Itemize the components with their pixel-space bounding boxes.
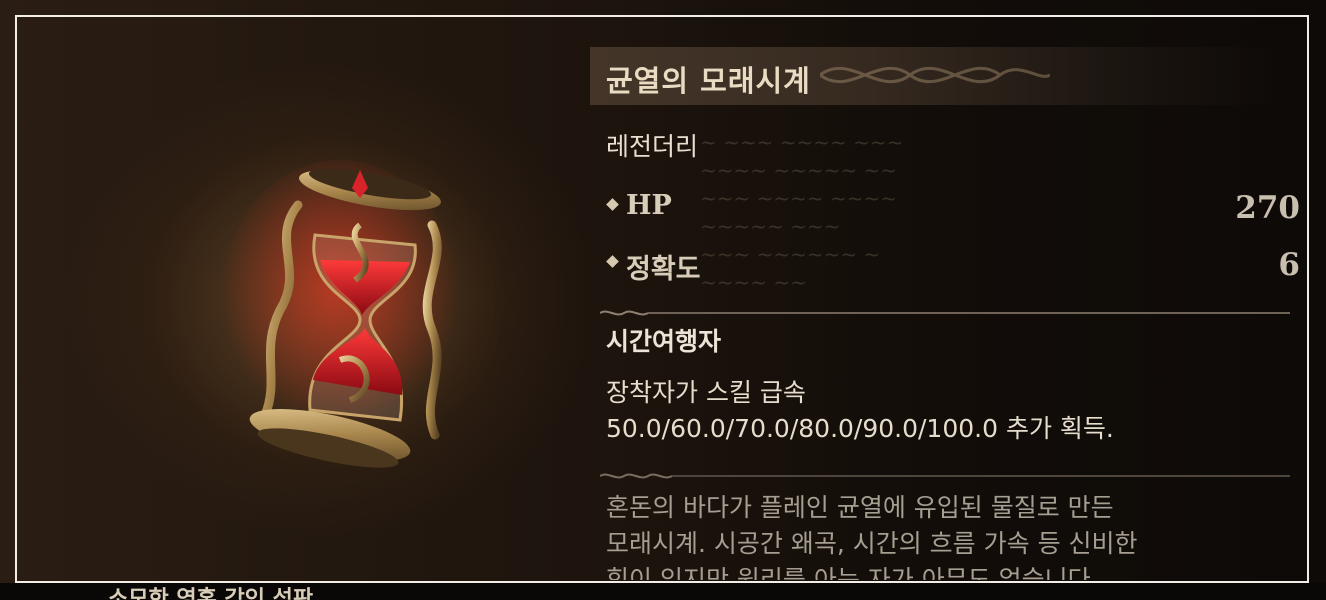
lore-line: 힘이 있지만 원리를 아는 자가 아무도 없습니다. xyxy=(606,565,1099,580)
stat-value: 6 xyxy=(1278,247,1300,283)
ornament-divider-icon xyxy=(600,310,1290,316)
set-effect-line: 장착자가 스킬 급속 xyxy=(606,378,806,407)
stat-diamond-icon xyxy=(605,254,619,268)
stat-row: 정확도 6 xyxy=(605,247,1306,285)
lore-line: 혼돈의 바다가 플레인 균열에 유입된 물질로 만든 xyxy=(606,493,1114,522)
set-effect-description: 장착자가 스킬 급속 50.0/60.0/70.0/80.0/90.0/100.… xyxy=(606,375,1286,447)
item-rarity: 레전더리 xyxy=(606,132,699,161)
stat-diamond-icon xyxy=(605,197,619,211)
set-effect-line: 50.0/60.0/70.0/80.0/90.0/100.0 추가 획득. xyxy=(606,414,1114,443)
lore-line: 모래시계. 시공간 왜곡, 시간의 흐름 가속 등 신비한 xyxy=(606,529,1138,558)
stat-value: 270 xyxy=(1235,190,1300,226)
ornament-divider-icon xyxy=(600,473,1290,479)
stat-label: HP xyxy=(626,190,672,221)
set-effect-name: 시간여행자 xyxy=(606,327,722,356)
stat-label: 정확도 xyxy=(626,254,701,285)
hourglass-item-icon xyxy=(220,160,460,468)
frame-spacer xyxy=(17,583,1307,600)
title-ornament-icon xyxy=(820,67,1050,83)
stat-row: HP 270 xyxy=(605,190,1306,226)
item-lore: 혼돈의 바다가 플레인 균열에 유입된 물질로 만든 모래시계. 시공간 왜곡,… xyxy=(606,490,1286,580)
item-name: 균열의 모래시계 xyxy=(606,64,811,98)
